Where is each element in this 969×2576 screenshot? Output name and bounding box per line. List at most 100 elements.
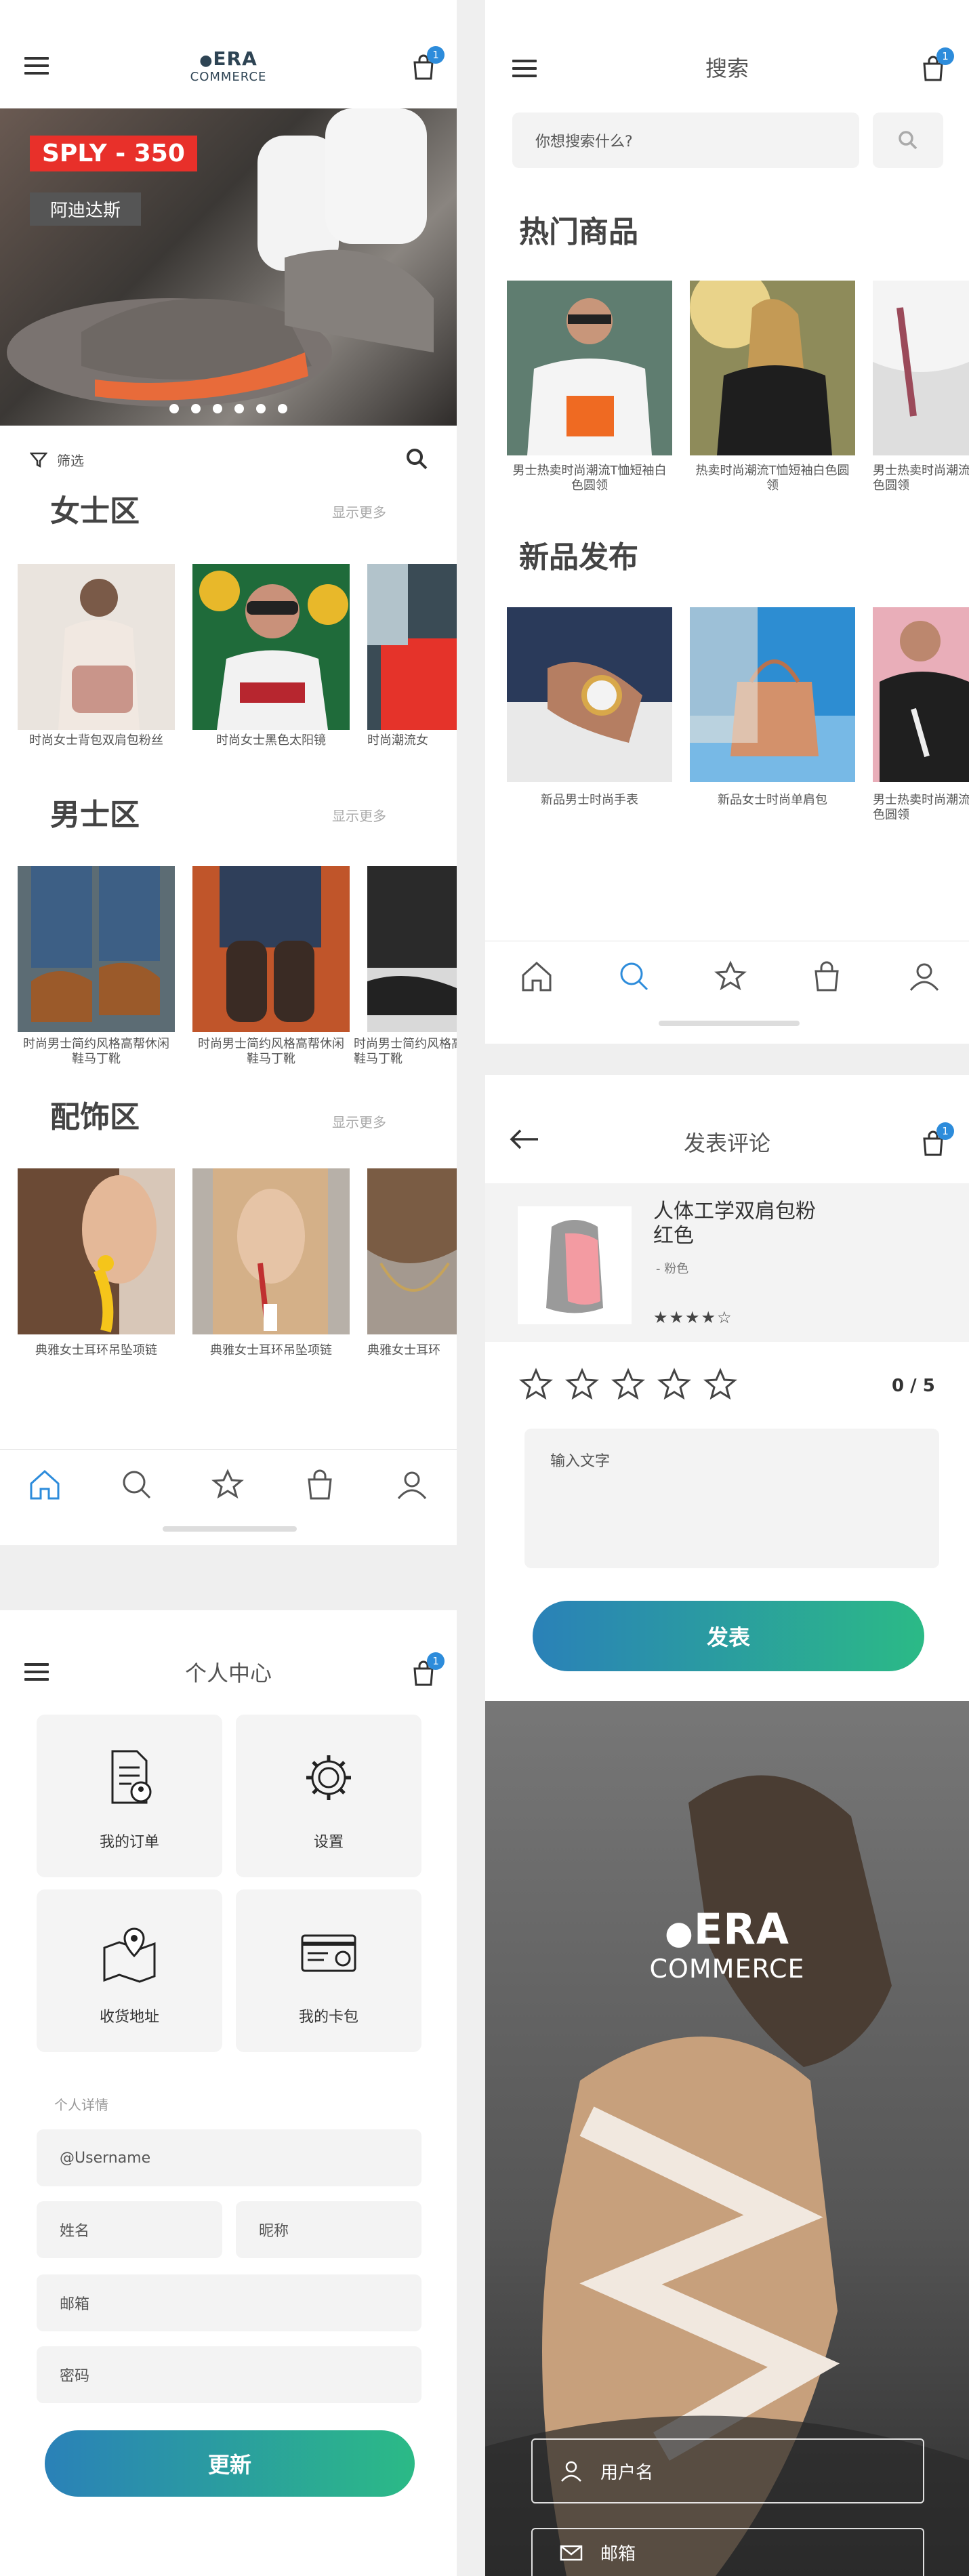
cart-icon[interactable]: 1	[919, 47, 954, 83]
product-caption: 典雅女士耳环吊坠项链	[35, 1343, 157, 1357]
filter-label: 筛选	[57, 453, 84, 469]
product-image	[18, 866, 175, 1032]
bag-icon	[815, 961, 839, 991]
product-summary: 人体工学双肩包粉红色 - 粉色 ★★★★☆	[485, 1183, 969, 1342]
lastname-field[interactable]: 姓名	[37, 2201, 222, 2258]
tab-search[interactable]	[118, 1466, 156, 1504]
tab-cart[interactable]	[301, 1466, 339, 1504]
tile-address[interactable]: 收货地址	[37, 1889, 222, 2052]
review-header: 发表评论 1	[485, 1075, 969, 1183]
cart-badge: 1	[936, 1122, 954, 1140]
email-field[interactable]: 邮箱	[531, 2528, 924, 2576]
tab-profile[interactable]	[905, 958, 943, 996]
rating-input[interactable]	[519, 1368, 737, 1402]
rating-score: 0 / 5	[892, 1376, 935, 1396]
women-show-more[interactable]: 显示更多	[332, 502, 386, 521]
update-button[interactable]: 更新	[45, 2430, 415, 2497]
product-card[interactable]: 新品男士时尚手表	[507, 607, 672, 831]
password-field[interactable]: 密码	[37, 2346, 421, 2403]
home-icon	[30, 1469, 60, 1500]
tab-cart[interactable]	[808, 958, 846, 996]
credit-card-icon	[301, 1934, 356, 1972]
profile-header: 个人中心 1	[0, 1610, 457, 1698]
product-card[interactable]: 新品女士时尚单肩包	[690, 607, 855, 831]
product-card[interactable]: 时尚男士简约风格高帮休闲鞋马丁靴	[18, 866, 175, 1076]
product-card[interactable]: 男士热卖时尚潮流T恤短袖白色圆领	[873, 281, 969, 504]
menu-icon[interactable]	[24, 57, 49, 75]
bag-icon	[308, 1469, 332, 1500]
filter-button[interactable]: 筛选	[30, 450, 84, 470]
product-card[interactable]: 典雅女士耳环吊坠项链	[192, 1168, 350, 1365]
product-caption: 典雅女士耳环	[367, 1343, 440, 1357]
search-input[interactable]: 你想搜索什么?	[512, 113, 859, 168]
product-image	[367, 564, 457, 730]
star-icon	[714, 960, 747, 991]
review-textarea[interactable]: 输入文字	[524, 1429, 939, 1568]
product-card[interactable]: 时尚女士黑色太阳镜	[192, 564, 350, 760]
product-image	[690, 607, 855, 782]
product-rating: ★★★★☆	[653, 1308, 733, 1327]
product-image	[690, 281, 855, 455]
tab-favorites[interactable]	[712, 958, 749, 996]
cart-badge: 1	[427, 46, 445, 64]
brand-logo[interactable]: ●ERA COMMERCE	[183, 47, 274, 84]
user-icon	[561, 2461, 581, 2482]
register-screen: ●ERA COMMERCE 用户名 邮箱	[485, 1701, 969, 2576]
mail-icon	[560, 2545, 583, 2560]
home-header: ●ERA COMMERCE 1	[0, 20, 457, 108]
search-icon[interactable]	[405, 447, 428, 470]
tile-wallet[interactable]: 我的卡包	[236, 1889, 421, 2052]
banner-tag: SPLY - 350	[30, 136, 197, 171]
product-card[interactable]: 时尚潮流女	[367, 564, 457, 760]
cart-badge: 1	[936, 47, 954, 65]
search-icon	[620, 962, 648, 991]
cart-icon[interactable]: 1	[409, 46, 445, 81]
product-image	[18, 1168, 175, 1334]
product-image	[192, 1168, 350, 1334]
product-caption: 时尚女士背包双肩包粉丝	[29, 733, 163, 748]
product-image	[873, 607, 969, 782]
tab-bar	[0, 1449, 457, 1530]
product-card[interactable]: 典雅女士耳环	[367, 1168, 457, 1365]
product-card[interactable]: 时尚男士简约风格高帮休闲鞋马丁靴	[192, 866, 350, 1076]
cart-icon[interactable]: 1	[409, 1652, 445, 1688]
product-caption: 新品男士时尚手表	[541, 793, 638, 807]
nickname-field[interactable]: 昵称	[236, 2201, 421, 2258]
tab-profile[interactable]	[393, 1466, 431, 1504]
product-card[interactable]: 热卖时尚潮流T恤短袖白色圆领	[690, 281, 855, 504]
product-image	[367, 866, 457, 1032]
accessories-show-more[interactable]: 显示更多	[332, 1111, 386, 1131]
username-field[interactable]: 用户名	[531, 2438, 924, 2503]
tab-favorites[interactable]	[209, 1466, 247, 1504]
men-show-more[interactable]: 显示更多	[332, 805, 386, 825]
tile-orders[interactable]: 我的订单	[37, 1715, 222, 1877]
tab-search[interactable]	[615, 958, 653, 996]
username-field[interactable]: @Username	[37, 2129, 421, 2186]
filter-icon	[30, 452, 47, 468]
women-section-title: 女士区	[50, 494, 140, 529]
search-button[interactable]	[873, 113, 943, 168]
page-title: 发表评论	[683, 1130, 770, 1156]
rating-star-icon	[519, 1368, 553, 1400]
tile-label: 收货地址	[99, 2009, 159, 2026]
tab-home[interactable]	[518, 958, 556, 996]
submit-review-button[interactable]: 发表	[533, 1601, 924, 1671]
banner-dots[interactable]	[169, 404, 287, 413]
product-caption: 时尚男士简约风格高帮休闲鞋马丁靴	[354, 1037, 457, 1066]
tab-home[interactable]	[26, 1466, 64, 1504]
logo-sub: COMMERCE	[190, 70, 267, 84]
home-screen: ●ERA COMMERCE 1 SPLY - 350 阿迪达斯 筛选 女士区 显…	[0, 0, 457, 1545]
cart-icon[interactable]: 1	[919, 1122, 954, 1158]
product-card[interactable]: 典雅女士耳环吊坠项链	[18, 1168, 175, 1365]
product-card[interactable]: 男士热卖时尚潮流T恤短袖白色圆领	[873, 607, 969, 831]
product-card[interactable]: 时尚男士简约风格高帮休闲鞋马丁靴	[354, 866, 457, 1076]
email-field[interactable]: 邮箱	[37, 2274, 421, 2331]
product-caption: 新品女士时尚单肩包	[718, 793, 827, 807]
product-caption: 典雅女士耳环吊坠项链	[210, 1343, 332, 1357]
product-image	[507, 607, 672, 782]
hero-banner[interactable]: SPLY - 350 阿迪达斯	[0, 108, 457, 426]
tile-settings[interactable]: 设置	[236, 1715, 421, 1877]
product-card[interactable]: 男士热卖时尚潮流T恤短袖白色圆领	[507, 281, 672, 504]
product-card[interactable]: 时尚女士背包双肩包粉丝	[18, 564, 175, 760]
product-image	[518, 1206, 632, 1324]
